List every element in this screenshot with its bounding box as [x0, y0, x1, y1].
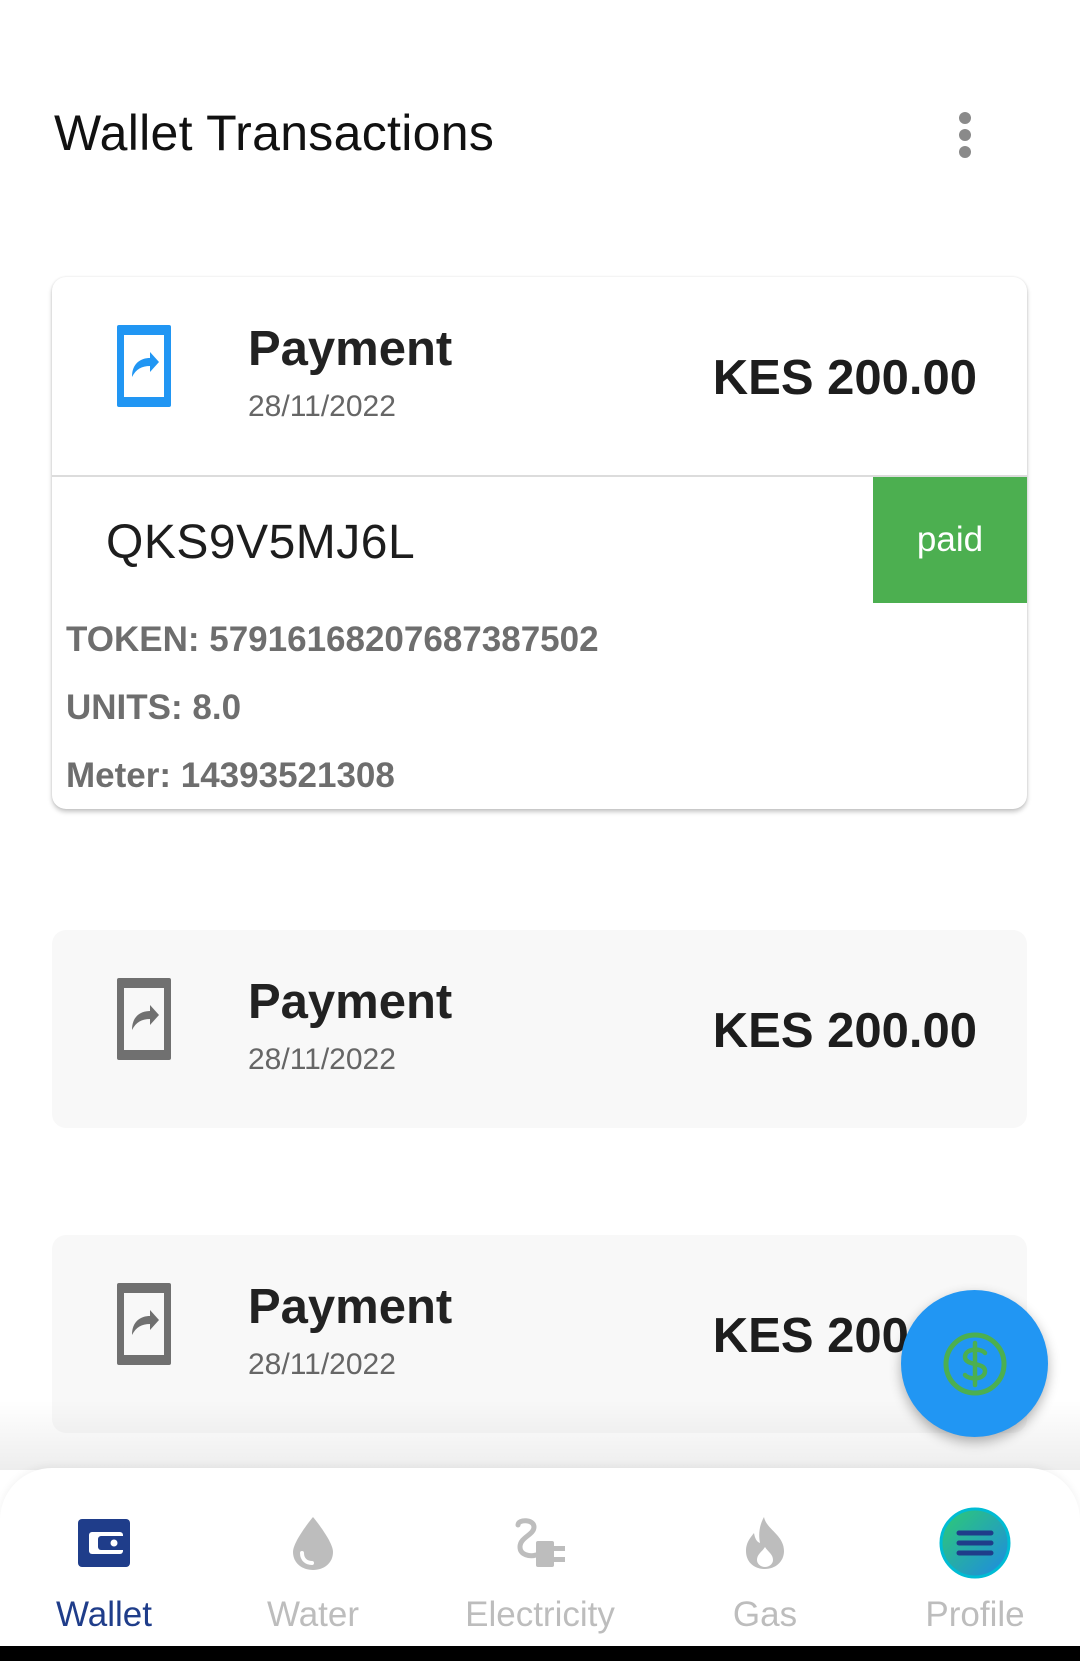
electric-plug-icon — [508, 1511, 572, 1575]
bottom-navigation: Wallet Water Electricity Gas Profile — [0, 1468, 1080, 1661]
nav-item-water[interactable]: Water — [243, 1468, 383, 1646]
send-icon — [117, 978, 171, 1060]
transaction-title: Payment — [248, 975, 453, 1029]
transaction-card[interactable]: Payment 28/11/2022 KES 200.00 — [52, 930, 1027, 1128]
transaction-amount: KES 200.00 — [712, 351, 977, 405]
more-vert-icon — [959, 112, 971, 158]
wallet-icon — [72, 1511, 136, 1575]
nav-label-wallet: Wallet — [56, 1595, 152, 1634]
page-title: Wallet Transactions — [54, 105, 495, 161]
transaction-header[interactable]: Payment 28/11/2022 KES 200.00 — [52, 277, 1027, 475]
nav-item-profile[interactable]: Profile — [905, 1468, 1045, 1646]
transaction-card[interactable]: Payment 28/11/2022 KES 200.00 QKS9V5MJ6L… — [52, 277, 1027, 809]
transaction-title: Payment — [248, 1280, 453, 1334]
meter-text: Meter: 14393521308 — [66, 756, 395, 795]
app-bar: Wallet Transactions — [0, 0, 1080, 200]
nav-label-gas: Gas — [732, 1595, 798, 1634]
send-icon — [117, 1283, 171, 1365]
transaction-date: 28/11/2022 — [248, 1348, 396, 1381]
nav-item-wallet[interactable]: Wallet — [40, 1468, 168, 1646]
nav-label-electricity: Electricity — [465, 1595, 615, 1634]
dollar-circle-icon — [943, 1332, 1006, 1395]
nav-label-water: Water — [266, 1595, 360, 1634]
profile-menu-icon — [938, 1506, 1012, 1580]
transaction-title: Payment — [248, 322, 453, 376]
transaction-amount: KES 200.00 — [712, 1004, 977, 1058]
system-gesture-bar — [0, 1646, 1080, 1661]
token-text: TOKEN: 57916168207687387502 — [66, 620, 599, 659]
nav-item-gas[interactable]: Gas — [705, 1468, 825, 1646]
nav-label-profile: Profile — [925, 1595, 1025, 1634]
water-drop-icon — [281, 1511, 345, 1575]
flame-icon — [733, 1511, 797, 1575]
transaction-date: 28/11/2022 — [248, 390, 396, 423]
transaction-reference: QKS9V5MJ6L — [106, 516, 416, 569]
transaction-header[interactable]: Payment 28/11/2022 KES 200.00 — [52, 930, 1027, 1128]
nav-item-electricity[interactable]: Electricity — [455, 1468, 625, 1646]
transaction-date: 28/11/2022 — [248, 1043, 396, 1076]
status-badge: paid — [873, 477, 1027, 603]
pay-fab-button[interactable] — [901, 1290, 1048, 1437]
send-icon — [117, 325, 171, 407]
units-text: UNITS: 8.0 — [66, 688, 242, 727]
more-options-button[interactable] — [940, 105, 990, 165]
